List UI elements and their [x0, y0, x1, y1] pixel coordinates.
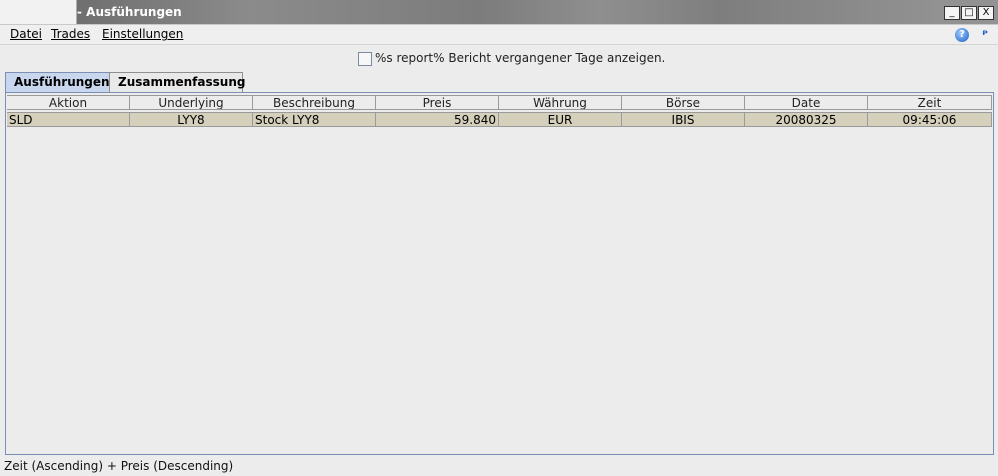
table-header: Aktion Underlying Beschreibung Preis Wäh…: [7, 95, 992, 111]
cell-underlying: LYY8: [130, 112, 253, 127]
tab-zusammenfassung[interactable]: Zusammenfassung: [109, 72, 245, 92]
sort-status: Zeit (Ascending) + Preis (Descending): [4, 459, 234, 473]
cell-boerse: IBIS: [622, 112, 745, 127]
column-header-waehrung[interactable]: Währung: [499, 95, 622, 110]
menu-bar: Datei Trades Einstellungen: [0, 25, 998, 45]
window-title: - Ausführungen: [77, 5, 182, 19]
column-header-preis[interactable]: Preis: [376, 95, 499, 110]
executions-table-frame: Aktion Underlying Beschreibung Preis Wäh…: [5, 92, 994, 455]
column-header-zeit[interactable]: Zeit: [868, 95, 992, 110]
table-row[interactable]: SLD LYY8 Stock LYY8 59.840 EUR IBIS 2008…: [7, 112, 992, 128]
pin-icon[interactable]: ᴾ: [978, 28, 992, 42]
column-header-underlying[interactable]: Underlying: [130, 95, 253, 110]
report-checkbox-label: %s report% Bericht vergangener Tage anze…: [375, 51, 666, 65]
menu-trades[interactable]: Trades: [51, 27, 90, 41]
cell-zeit: 09:45:06: [868, 112, 992, 127]
column-header-beschreibung[interactable]: Beschreibung: [253, 95, 376, 110]
help-icon[interactable]: ?: [955, 28, 969, 42]
tab-ausfuehrungen[interactable]: Ausführungen: [5, 72, 110, 92]
title-bar: - Ausführungen _ □ X: [0, 0, 998, 25]
cell-beschreibung: Stock LYY8: [253, 112, 376, 127]
menu-einstellungen[interactable]: Einstellungen: [102, 27, 183, 41]
cell-date: 20080325: [745, 112, 868, 127]
close-button[interactable]: X: [978, 6, 994, 20]
cell-preis: 59.840: [376, 112, 499, 127]
column-header-boerse[interactable]: Börse: [622, 95, 745, 110]
report-checkbox[interactable]: [358, 52, 372, 66]
maximize-button[interactable]: □: [961, 6, 977, 20]
menu-datei[interactable]: Datei: [10, 27, 42, 41]
cell-aktion: SLD: [7, 112, 130, 127]
column-header-aktion[interactable]: Aktion: [7, 95, 130, 110]
minimize-button[interactable]: _: [944, 6, 960, 20]
column-header-date[interactable]: Date: [745, 95, 868, 110]
cell-waehrung: EUR: [499, 112, 622, 127]
